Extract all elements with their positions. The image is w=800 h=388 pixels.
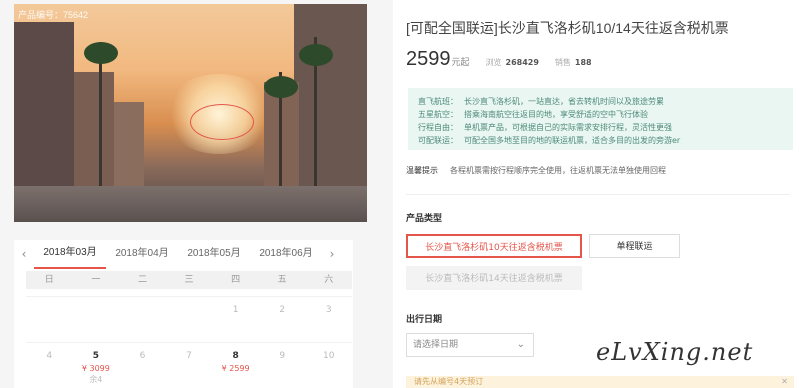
product-type-heading: 产品类型 xyxy=(406,214,443,224)
feature-line: 可配联运： 可配全国多地至目的地的联运机票，适合多目的出发的旁游er xyxy=(418,136,681,145)
weekday-tue: 二 xyxy=(137,275,147,285)
day-cell: 4 xyxy=(26,343,73,388)
day-seats: 余4 xyxy=(89,375,103,384)
day-number: 3 xyxy=(325,305,332,315)
views-label: 浏览 xyxy=(485,58,502,67)
weekday-thu: 四 xyxy=(231,275,241,285)
day-number: 7 xyxy=(186,351,192,361)
day-cell: 7 xyxy=(166,343,213,388)
month-tabs: ‹ 2018年03月 2018年04月 2018年05月 2018年06月 › xyxy=(14,239,353,269)
day-price: ¥ 2599 xyxy=(221,364,250,373)
day-number: 1 xyxy=(232,305,239,315)
weekday-sat: 六 xyxy=(324,275,334,285)
day-cell xyxy=(26,297,73,342)
chevron-down-icon: ⌄ xyxy=(516,339,525,350)
left-panel: 产品编号：75642 ‹ 2018年03月 2018年04月 2018年05月 … xyxy=(0,0,383,388)
watermark: eLvXing.net xyxy=(596,338,754,366)
prev-month-icon[interactable]: ‹ xyxy=(14,247,34,261)
tips-label: 温馨提示 xyxy=(406,166,438,175)
day-cell: 9 xyxy=(259,343,306,388)
day-cell: 3 xyxy=(305,297,352,342)
weekday-sun: 日 xyxy=(44,275,54,285)
month-tab-4[interactable]: 2018年06月 xyxy=(250,240,322,268)
weekday-wed: 三 xyxy=(184,275,194,285)
sales-count: 188 xyxy=(574,58,592,67)
close-icon[interactable]: ✕ xyxy=(781,376,788,388)
day-cell-available[interactable]: 8 ¥ 2599 xyxy=(212,343,259,388)
palm-fronds xyxy=(84,42,118,64)
product-id-tag: 产品编号：75642 xyxy=(18,10,89,20)
day-price: ¥ 3099 xyxy=(81,364,110,373)
date-calendar: ‹ 2018年03月 2018年04月 2018年05月 2018年06月 › … xyxy=(14,240,353,388)
views-count: 268429 xyxy=(505,58,539,67)
notice-bar: 请先从编号4天预订 ✕ xyxy=(406,376,794,388)
sales-label: 销售 xyxy=(554,58,571,67)
month-tab-2[interactable]: 2018年04月 xyxy=(106,240,178,268)
day-cell: 1 xyxy=(212,297,259,342)
street xyxy=(14,186,367,222)
day-number: 9 xyxy=(279,351,286,361)
day-number: 2 xyxy=(279,305,286,315)
tips-text: 各程机票需按行程顺序完全使用，往返机票无法单独使用回程 xyxy=(450,166,666,175)
option-14-day[interactable]: 长沙直飞洛杉矶14天往返含税机票 xyxy=(406,266,582,290)
tips-row: 温馨提示 各程机票需按行程顺序完全使用，往返机票无法单独使用回程 xyxy=(406,165,666,176)
day-number: 4 xyxy=(46,351,53,361)
feature-box: 直飞航班： 长沙直飞洛杉矶，一站直达，省去转机时间以及旅途劳累 五星航空： 搭乘海南… xyxy=(408,88,793,150)
calendar-days: 1 2 3 4 5 ¥ 3099 余4 6 7 8 ¥ 2599 9 10 xyxy=(26,296,352,388)
palm-fronds xyxy=(299,44,333,66)
month-tab-3[interactable]: 2018年05月 xyxy=(178,240,250,268)
weekday-header: 日 一 二 三 四 五 六 xyxy=(26,271,352,289)
next-month-icon[interactable]: › xyxy=(322,247,342,261)
weekday-fri: 五 xyxy=(277,275,287,285)
feature-line: 行程自由： 单机票产品，可根据自己的实际需求安排行程，灵活性更强 xyxy=(418,123,672,132)
day-cell xyxy=(73,297,120,342)
option-one-way[interactable]: 单程联运 xyxy=(589,234,680,258)
palm-fronds xyxy=(264,76,298,98)
calendar-week-row: 1 2 3 xyxy=(26,296,352,342)
views-stat: 浏览 268429 xyxy=(486,57,539,68)
day-cell xyxy=(119,297,166,342)
date-select[interactable]: 请选择日期 ⌄ xyxy=(406,333,534,357)
day-cell: 6 xyxy=(119,343,166,388)
option-10-day[interactable]: 长沙直飞洛杉矶10天往返含税机票 xyxy=(406,234,582,258)
day-number: 6 xyxy=(139,351,146,361)
sales-stat: 销售 188 xyxy=(555,57,592,68)
divider xyxy=(406,194,790,195)
price-value: 2599 xyxy=(406,48,451,70)
day-number: 10 xyxy=(323,351,335,361)
feature-line: 五星航空： 搭乘海南航空往返目的地，享受舒适的空中飞行体验 xyxy=(418,110,648,119)
day-cell xyxy=(166,297,213,342)
day-cell: 2 xyxy=(259,297,306,342)
palm-tree xyxy=(99,42,102,192)
product-info-panel: [可配全国联运]长沙直飞洛杉矶10/14天往返含税机票 2599 元起 浏览 26… xyxy=(393,0,800,388)
destination-photo: 产品编号：75642 xyxy=(14,4,367,222)
day-number: 5 xyxy=(92,351,99,361)
price-row: 2599 元起 浏览 268429 销售 188 xyxy=(406,48,592,71)
feature-line: 直飞航班： 长沙直飞洛杉矶，一站直达，省去转机时间以及旅途劳累 xyxy=(418,97,664,106)
date-heading: 出行日期 xyxy=(406,315,443,325)
weekday-mon: 一 xyxy=(91,275,101,285)
month-tab-1[interactable]: 2018年03月 xyxy=(34,239,106,269)
notice-text: 请先从编号4天预订 xyxy=(414,377,484,386)
calendar-week-row: 4 5 ¥ 3099 余4 6 7 8 ¥ 2599 9 10 xyxy=(26,342,352,388)
product-title: [可配全国联运]长沙直飞洛杉矶10/14天往返含税机票 xyxy=(406,20,729,36)
price-unit: 元起 xyxy=(451,58,470,68)
highlight-circle xyxy=(190,104,254,140)
day-cell: 10 xyxy=(305,343,352,388)
date-select-value: 请选择日期 xyxy=(413,340,459,350)
day-cell-available[interactable]: 5 ¥ 3099 余4 xyxy=(73,343,120,388)
day-number: 8 xyxy=(232,351,239,361)
